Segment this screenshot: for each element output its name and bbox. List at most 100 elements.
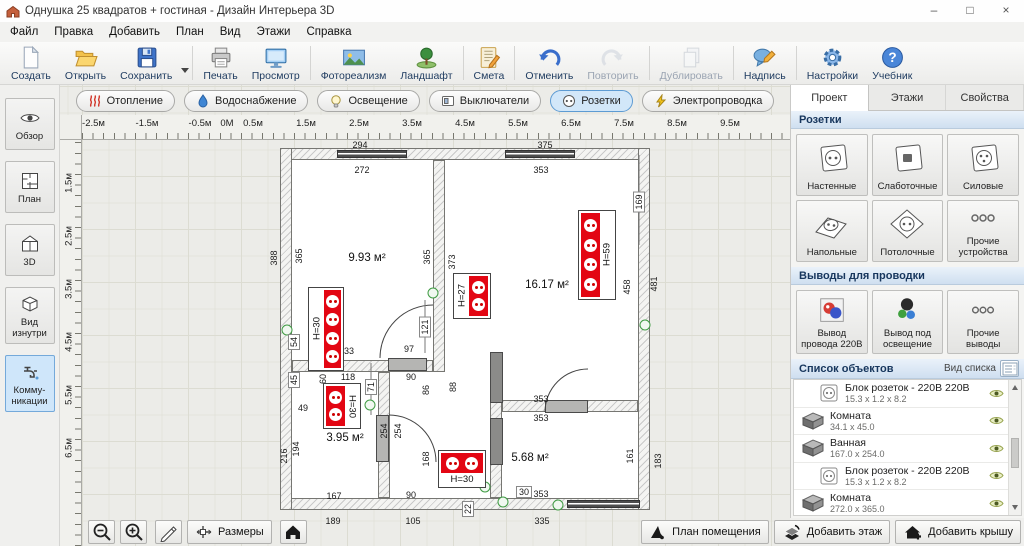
list-item[interactable]: Ванная167.0 x 254.0 [794, 435, 1021, 463]
add-floor-button[interactable]: Добавить этаж [774, 520, 890, 544]
outlet-block[interactable]: H=27 [453, 273, 491, 319]
object-list: Блок розеток - 220В 220В15.3 x 1.2 x 8.2… [793, 379, 1022, 516]
room-icon [802, 494, 824, 512]
mode-lighting[interactable]: Освещение [317, 90, 419, 112]
dimension-label: 373 [447, 254, 457, 269]
outlet-block[interactable]: H=30 [308, 287, 344, 371]
sidebar-item-interior-view[interactable]: Вид изнутри [5, 287, 55, 344]
floor-sockets-button[interactable]: Напольные [796, 200, 868, 262]
list-item[interactable]: Комната34.1 x 45.0 [794, 408, 1021, 436]
scrollbar-thumb[interactable] [1011, 438, 1019, 468]
maximize-button[interactable]: □ [952, 0, 988, 22]
socket-icon [329, 408, 342, 421]
estimate-button[interactable]: Смета [467, 42, 512, 84]
visibility-eye-icon[interactable] [989, 415, 1004, 426]
save-button[interactable]: Сохранить [113, 42, 179, 84]
list-item[interactable]: Комната272.0 x 365.0 [794, 490, 1021, 516]
home-button[interactable] [280, 520, 307, 544]
undo-arrow-icon [537, 45, 562, 70]
dimension-label: 161 [625, 448, 635, 463]
tab-floors[interactable]: Этажи [869, 85, 947, 110]
dimension-label: 353 [533, 165, 548, 175]
print-button[interactable]: Печать [196, 42, 244, 84]
set-square-icon [649, 523, 667, 541]
photorealism-button[interactable]: Фотореализм [314, 42, 394, 84]
wire-output-220v-button[interactable]: Вывод провода 220В [796, 290, 868, 354]
wall-sockets-button[interactable]: Настенные [796, 134, 868, 196]
zoom-out-icon [92, 522, 112, 542]
tutorial-button[interactable]: ? Учебник [865, 42, 919, 84]
visibility-eye-icon[interactable] [989, 388, 1004, 399]
sockets-grid: Настенные Слаботочные Силовые Напольные … [791, 129, 1024, 267]
outlet-strip [469, 276, 488, 316]
tab-properties[interactable]: Свойства [946, 85, 1024, 110]
zoom-in-button[interactable] [120, 520, 147, 544]
add-roof-button[interactable]: Добавить крышу [895, 520, 1021, 544]
lighting-output-button[interactable]: Вывод под освещение [872, 290, 944, 354]
menu-help[interactable]: Справка [298, 26, 359, 38]
sidebar-item-communications[interactable]: Комму- никации [5, 355, 55, 412]
sidebar-item-plan[interactable]: План [5, 161, 55, 213]
menu-view[interactable]: Вид [212, 26, 249, 38]
mode-sockets[interactable]: Розетки [550, 90, 633, 112]
low-current-sockets-button[interactable]: Слаботочные [872, 134, 944, 196]
mode-water[interactable]: Водоснабжение [184, 90, 308, 112]
tab-project[interactable]: Проект [791, 85, 869, 111]
socket-icon [472, 298, 485, 311]
menu-add[interactable]: Добавить [101, 26, 168, 38]
visibility-eye-icon[interactable] [989, 443, 1004, 454]
object-name: Комната [830, 410, 875, 422]
preview-button[interactable]: Просмотр [245, 42, 307, 84]
list-scrollbar[interactable] [1008, 380, 1021, 515]
measure-tool-button[interactable] [155, 520, 182, 544]
landscape-button[interactable]: Ландшафт [393, 42, 459, 84]
open-button[interactable]: Открыть [58, 42, 113, 84]
ceiling-sockets-button[interactable]: Потолочные [872, 200, 944, 262]
menu-edit[interactable]: Правка [46, 26, 101, 38]
dimension-label: 294 [352, 140, 367, 150]
mode-heating[interactable]: Отопление [76, 90, 175, 112]
outlet-block[interactable]: H=30 [438, 450, 486, 488]
dimension-label: 54 [288, 334, 300, 350]
dimensions-button[interactable]: Размеры [187, 520, 272, 544]
menu-plan[interactable]: План [168, 26, 212, 38]
door-leaf [490, 352, 503, 403]
other-devices-button[interactable]: Прочие устройства [947, 200, 1019, 262]
settings-button[interactable]: Настройки [800, 42, 866, 84]
menu-file[interactable]: Файл [2, 26, 46, 38]
new-button[interactable]: Создать [4, 42, 58, 84]
outlet-block[interactable]: H=30 [323, 383, 361, 429]
scroll-down-arrow-icon[interactable] [1012, 505, 1018, 510]
scroll-up-arrow-icon[interactable] [1012, 385, 1018, 390]
outputs-section-header: Выводы для проводки [791, 267, 1024, 285]
undo-button[interactable]: Отменить [518, 42, 580, 84]
redo-arrow-icon [600, 45, 625, 70]
outlet-block[interactable]: H=59 [578, 210, 616, 300]
sidebar-item-3d[interactable]: 3D [5, 224, 55, 276]
label-button[interactable]: Надпись [737, 42, 793, 84]
mode-switches[interactable]: Выключатели [429, 90, 541, 112]
mode-wiring[interactable]: Электропроводка [642, 90, 775, 112]
zoom-out-button[interactable] [88, 520, 115, 544]
visibility-eye-icon[interactable] [989, 470, 1004, 481]
redo-button: Повторить [580, 42, 645, 84]
minimize-button[interactable]: – [916, 0, 952, 22]
sidebar-item-overview[interactable]: Обзор [5, 98, 55, 150]
other-outputs-button[interactable]: Прочие выводы [947, 290, 1019, 354]
monitor-icon [263, 45, 288, 70]
zoom-in-icon [124, 522, 144, 542]
wiring-output-marker [365, 400, 376, 411]
dimension-label: 183 [653, 453, 663, 468]
close-button[interactable]: × [988, 0, 1024, 22]
dimension-label: 168 [421, 451, 431, 466]
save-dropdown-arrow-icon[interactable] [181, 68, 189, 73]
room-plan-button[interactable]: План помещения [641, 520, 769, 544]
menu-floors[interactable]: Этажи [249, 26, 299, 38]
visibility-eye-icon[interactable] [989, 498, 1004, 509]
water-drop-icon [196, 94, 210, 108]
list-item[interactable]: Блок розеток - 220В 220В15.3 x 1.2 x 8.2 [794, 463, 1021, 491]
plan-canvas[interactable]: Отопление Водоснабжение Освещение Выключ… [60, 85, 790, 546]
list-view-button[interactable] [1000, 360, 1019, 377]
power-sockets-button[interactable]: Силовые [947, 134, 1019, 196]
list-item[interactable]: Блок розеток - 220В 220В15.3 x 1.2 x 8.2 [794, 380, 1021, 408]
